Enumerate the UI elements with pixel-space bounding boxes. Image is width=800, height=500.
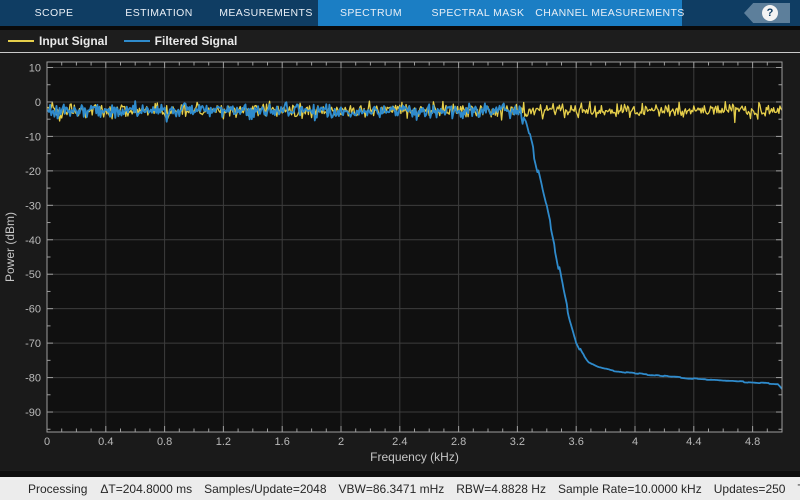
svg-text:2.8: 2.8 <box>451 436 466 448</box>
status-updates: Updates=250 <box>714 482 786 496</box>
tab-measurements[interactable]: MEASUREMENTS <box>219 0 312 26</box>
help-icon[interactable]: ? <box>762 5 778 21</box>
tab-spectrum[interactable]: SPECTRUM <box>340 0 402 26</box>
svg-text:-50: -50 <box>25 269 41 281</box>
status-items: ΔT=204.8000 ms Samples/Update=2048 VBW=8… <box>100 482 800 496</box>
svg-text:Power (dBm): Power (dBm) <box>3 212 17 282</box>
legend-label: Input Signal <box>39 34 108 48</box>
svg-text:1.6: 1.6 <box>275 436 290 448</box>
status-sample-rate: Sample Rate=10.0000 kHz <box>558 482 702 496</box>
tab-channel-measurements[interactable]: CHANNEL MEASUREMENTS <box>535 0 684 26</box>
svg-text:0.8: 0.8 <box>157 436 172 448</box>
svg-text:Frequency (kHz): Frequency (kHz) <box>370 450 459 464</box>
spectrum-chart-canvas[interactable]: 0 0.4 0.8 1.2 1.6 2 2.4 2.8 3.2 3.6 4 4.4 4.8 10 0 -10 -… <box>0 53 800 471</box>
svg-text:4.4: 4.4 <box>686 436 701 448</box>
tab-scope[interactable]: SCOPE <box>35 0 74 26</box>
svg-text:4.8: 4.8 <box>745 436 760 448</box>
status-samples-per-update: Samples/Update=2048 <box>204 482 326 496</box>
spectrum-analyzer-window: SCOPE ESTIMATION MEASUREMENTS SPECTRUM S… <box>0 0 800 500</box>
legend-item-input-signal[interactable]: Input Signal <box>8 34 108 48</box>
svg-text:-20: -20 <box>25 166 41 178</box>
svg-text:1.2: 1.2 <box>216 436 231 448</box>
status-delta-t: ΔT=204.8000 ms <box>100 482 192 496</box>
status-state: Processing <box>28 482 87 496</box>
tab-estimation[interactable]: ESTIMATION <box>125 0 192 26</box>
svg-text:0: 0 <box>44 436 50 448</box>
toolstrip-tabbar: SCOPE ESTIMATION MEASUREMENTS SPECTRUM S… <box>0 0 800 26</box>
svg-text:-80: -80 <box>25 373 41 385</box>
svg-text:-90: -90 <box>25 407 41 419</box>
svg-text:2: 2 <box>338 436 344 448</box>
svg-text:2.4: 2.4 <box>392 436 407 448</box>
status-vbw: VBW=86.3471 mHz <box>339 482 445 496</box>
spectrum-plot[interactable]: 0 0.4 0.8 1.2 1.6 2 2.4 2.8 3.2 3.6 4 4.4 4.8 10 0 -10 -… <box>0 53 800 471</box>
tab-spectral-mask[interactable]: SPECTRAL MASK <box>432 0 525 26</box>
svg-text:0: 0 <box>35 97 41 109</box>
svg-text:0.4: 0.4 <box>98 436 113 448</box>
legend-bar: Input Signal Filtered Signal <box>0 30 800 52</box>
svg-text:-60: -60 <box>25 304 41 316</box>
svg-text:4: 4 <box>632 436 638 448</box>
input-signal-line-swatch <box>8 40 34 42</box>
legend-item-filtered-signal[interactable]: Filtered Signal <box>124 34 238 48</box>
filtered-signal-line-swatch <box>124 40 150 42</box>
svg-text:10: 10 <box>29 63 41 75</box>
svg-text:-30: -30 <box>25 200 41 212</box>
svg-text:-40: -40 <box>25 235 41 247</box>
status-rbw: RBW=4.8828 Hz <box>456 482 546 496</box>
svg-text:-10: -10 <box>25 131 41 143</box>
svg-text:-70: -70 <box>25 338 41 350</box>
svg-text:3.2: 3.2 <box>510 436 525 448</box>
legend-label: Filtered Signal <box>155 34 238 48</box>
status-bar: Processing ΔT=204.8000 ms Samples/Update… <box>0 477 800 500</box>
svg-text:3.6: 3.6 <box>569 436 584 448</box>
